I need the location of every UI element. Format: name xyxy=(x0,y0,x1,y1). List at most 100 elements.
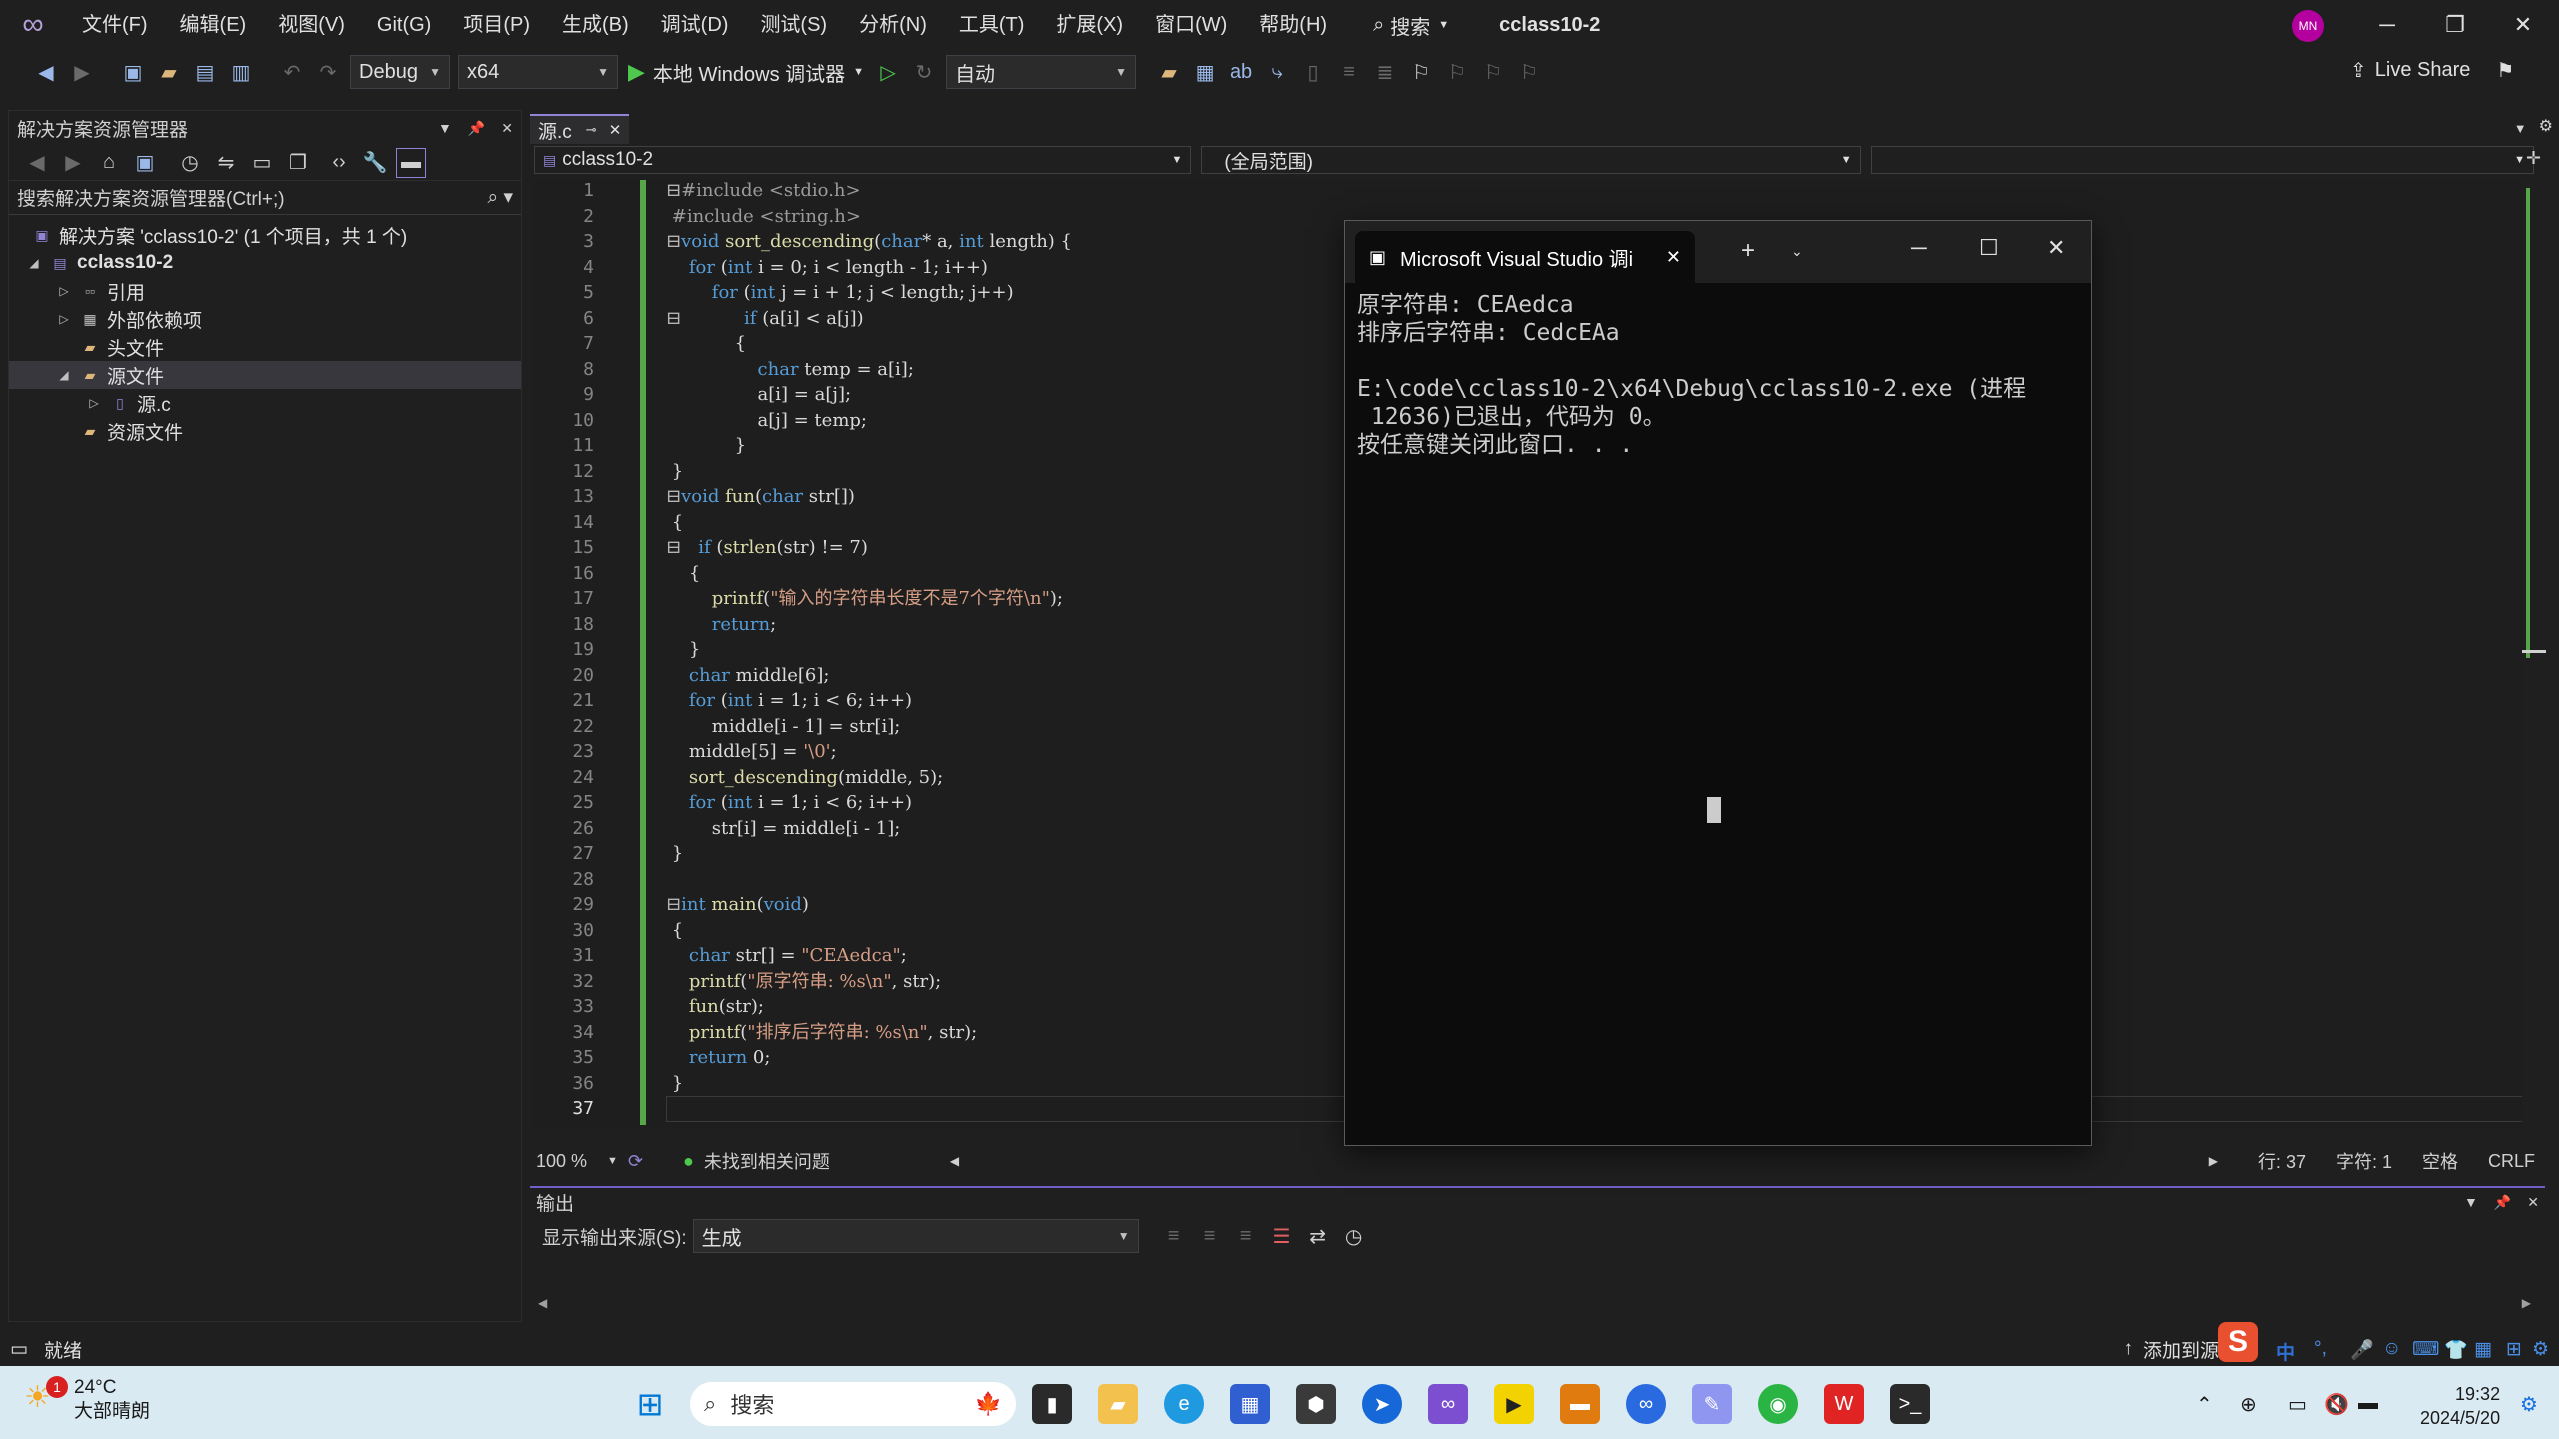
close-icon[interactable]: ✕ xyxy=(501,120,513,137)
menu-help[interactable]: 帮助(H) xyxy=(1243,0,1343,50)
spellcheck-icon[interactable]: ab xyxy=(1226,57,1256,87)
potplayer-icon[interactable]: ▶ xyxy=(1494,1384,1534,1424)
tree-item-project[interactable]: ◢ ▤ cclass10-2 xyxy=(9,249,521,277)
tree-item-resource-files[interactable]: ▰ 资源文件 xyxy=(9,417,521,445)
preview-icon[interactable]: ▬ xyxy=(396,147,426,178)
store-icon[interactable]: ▦ xyxy=(1230,1384,1270,1424)
cube-app-icon[interactable]: ⬢ xyxy=(1296,1384,1336,1424)
collapse-icon[interactable]: ▭ xyxy=(247,148,277,178)
pin-icon[interactable]: 📌 xyxy=(468,120,485,137)
close-button[interactable]: ✕ xyxy=(2488,0,2558,50)
minimize-button[interactable]: ─ xyxy=(1911,235,1927,261)
tree-item-references[interactable]: ▷ ▫▫ 引用 xyxy=(9,277,521,305)
clock[interactable]: 19:32 2024/5/20 xyxy=(2420,1382,2500,1430)
issues-status[interactable]: 未找到相关问题 xyxy=(704,1148,830,1174)
menu-test[interactable]: 测试(S) xyxy=(744,0,843,50)
redo-icon[interactable]: ↷ xyxy=(313,57,343,87)
collapsed-icon[interactable]: ▷ xyxy=(55,284,73,298)
notification-icon[interactable]: ▭ xyxy=(10,1338,28,1361)
menu-build[interactable]: 生成(B) xyxy=(546,0,645,50)
ime-language[interactable]: 中 xyxy=(2276,1338,2295,1365)
clear-all-icon[interactable]: ☰ xyxy=(1267,1221,1297,1251)
back-icon[interactable]: ◀ xyxy=(31,57,61,87)
pin-icon[interactable]: 📌 xyxy=(2494,1194,2511,1211)
menu-debug[interactable]: 调试(D) xyxy=(645,0,745,50)
vertical-scrollbar[interactable] xyxy=(2522,178,2546,1138)
grid-icon[interactable]: ⊞ xyxy=(2506,1338,2522,1361)
save-icon[interactable]: ▤ xyxy=(190,57,220,87)
intellicode-icon[interactable]: ⟳ xyxy=(628,1151,643,1172)
new-tab-icon[interactable]: + xyxy=(1741,237,1755,265)
maximize-button[interactable]: ☐ xyxy=(1979,235,1999,261)
menu-view[interactable]: 视图(V) xyxy=(262,0,361,50)
scope-dropdown[interactable]: (全局范围) ▼ xyxy=(1201,146,1861,174)
avatar[interactable]: MN xyxy=(2292,10,2324,42)
next-bookmark-icon[interactable]: ⚐ xyxy=(1478,57,1508,87)
sync-icon[interactable]: ⇋ xyxy=(211,148,241,178)
task-view-icon[interactable]: ▮ xyxy=(1032,1384,1072,1424)
forward-icon[interactable]: ▶ xyxy=(58,148,88,178)
volume-icon[interactable]: 🔇 xyxy=(2324,1392,2349,1417)
punctuation-icon[interactable]: °, xyxy=(2314,1338,2327,1360)
tab-source-c[interactable]: 源.c ⊸ ✕ xyxy=(530,114,630,144)
save-all-icon[interactable]: ▥ xyxy=(226,57,256,87)
tree-item-solution[interactable]: ▣ 解决方案 'cclass10-2' (1 个项目，共 1 个) xyxy=(9,221,521,249)
copy-icon[interactable]: ❐ xyxy=(283,148,313,178)
ime-settings-icon[interactable]: ⚙ xyxy=(2532,1338,2549,1361)
indent-icon[interactable]: ≡ xyxy=(1334,57,1364,87)
notifications-icon[interactable]: ⚙ xyxy=(2520,1392,2538,1417)
menu-file[interactable]: 文件(F) xyxy=(66,0,164,50)
pin-icon[interactable]: ⊸ xyxy=(586,122,597,138)
global-search[interactable]: ⌕ 搜索 ▼ xyxy=(1357,11,1465,40)
back-icon[interactable]: ◀ xyxy=(22,148,52,178)
settings-icon[interactable]: ⚙ xyxy=(2539,116,2553,136)
line-ending-indicator[interactable]: CRLF xyxy=(2488,1151,2535,1172)
keyboard-icon[interactable]: ⌨ xyxy=(2412,1338,2439,1361)
menu-project[interactable]: 项目(P) xyxy=(447,0,546,50)
tree-item-external-deps[interactable]: ▷ ▦ 外部依赖项 xyxy=(9,305,521,333)
tree-item-source-files[interactable]: ◢ ▰ 源文件 xyxy=(9,361,521,389)
taskbar-search[interactable]: ⌕ 搜索 🍁 xyxy=(690,1382,1016,1426)
console-window[interactable]: ▣ Microsoft Visual Studio 调i ✕ + ⌄ ─ ☐ ✕… xyxy=(1344,220,2092,1146)
step-icon[interactable]: ⤷ xyxy=(1262,57,1292,87)
menu-window[interactable]: 窗口(W) xyxy=(1139,0,1243,50)
menu-analyze[interactable]: 分析(N) xyxy=(843,0,943,50)
live-share-button[interactable]: ⇪ Live Share ⚑ xyxy=(2350,58,2514,83)
close-button[interactable]: ✕ xyxy=(2047,235,2065,261)
battery-icon[interactable]: ▬ xyxy=(2358,1392,2378,1415)
menu-edit[interactable]: 编辑(E) xyxy=(164,0,263,50)
clear-bookmarks-icon[interactable]: ⚐ xyxy=(1514,57,1544,87)
bookmark-icon[interactable]: ⚐ xyxy=(1406,57,1436,87)
slides-icon[interactable]: ▬ xyxy=(1560,1384,1600,1424)
forward-icon[interactable]: ▶ xyxy=(67,57,97,87)
whitespace-indicator[interactable]: 空格 xyxy=(2422,1148,2458,1174)
scroll-left-icon[interactable]: ◀ xyxy=(950,1154,959,1168)
input-indicator-icon[interactable]: ⊕ xyxy=(2240,1392,2257,1417)
chat-app-icon[interactable]: ∞ xyxy=(1626,1384,1666,1424)
find-message-icon[interactable]: ≡ xyxy=(1159,1221,1189,1251)
chevron-up-icon[interactable]: ⌃ xyxy=(2196,1392,2213,1417)
undo-icon[interactable]: ↶ xyxy=(277,57,307,87)
switch-views-icon[interactable]: ▣ xyxy=(130,148,160,178)
column-indicator[interactable]: 字符: 1 xyxy=(2336,1148,2392,1174)
history-icon[interactable]: ◷ xyxy=(175,148,205,178)
tree-item-header-files[interactable]: ▰ 头文件 xyxy=(9,333,521,361)
start-debugging-button[interactable]: ▶ 本地 Windows 调试器 ▼ xyxy=(628,58,864,87)
upload-icon[interactable]: ↑ xyxy=(2123,1338,2133,1360)
wps-icon[interactable]: W xyxy=(1824,1384,1864,1424)
expanded-icon[interactable]: ◢ xyxy=(25,256,43,270)
scroll-right-icon[interactable]: ▶ xyxy=(2209,1154,2218,1168)
tool-app-icon[interactable]: ✎ xyxy=(1692,1384,1732,1424)
split-icon[interactable]: ✛ xyxy=(2526,148,2541,169)
visual-studio-icon[interactable]: ∞ xyxy=(1428,1384,1468,1424)
menu-extensions[interactable]: 扩展(X) xyxy=(1040,0,1139,50)
member-dropdown[interactable]: ▼ xyxy=(1870,146,2534,174)
prev-bookmark-icon[interactable]: ⚐ xyxy=(1442,57,1472,87)
start-icon[interactable]: ⊞ xyxy=(630,1384,670,1424)
network-icon[interactable]: ▭ xyxy=(2288,1392,2307,1417)
collapsed-icon[interactable]: ▷ xyxy=(55,312,73,326)
next-message-icon[interactable]: ≡ xyxy=(1231,1221,1261,1251)
terminal-icon[interactable]: >_ xyxy=(1890,1384,1930,1424)
sogou-ime-icon[interactable]: S xyxy=(2218,1322,2258,1362)
add-to-source-control[interactable]: 添加到源 xyxy=(2143,1336,2219,1363)
